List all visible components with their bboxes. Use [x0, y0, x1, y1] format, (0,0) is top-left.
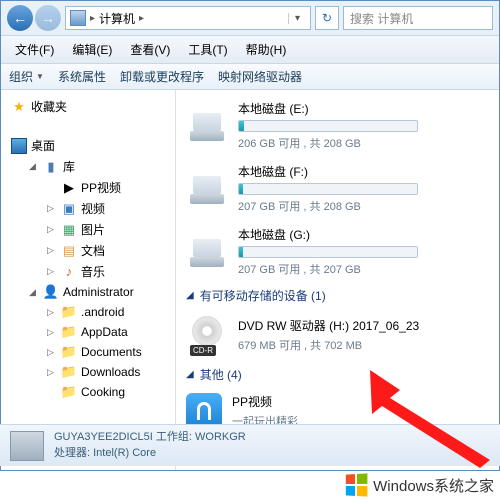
sidebar: ★收藏夹 桌面 ◢▮库 ▶PP视频 ▷▣视频 ▷▦图片 ▷▤文档 ▷♪音乐 ◢👤… [1, 90, 176, 470]
menu-view[interactable]: 查看(V) [122, 38, 178, 61]
dvd-drive-item[interactable]: CD-R DVD RW 驱动器 (H:) 2017_06_23 679 MB 可… [176, 308, 499, 362]
app-label: PP视频 [232, 393, 489, 410]
toolbar: 组织 ▼ 系统属性 卸载或更改程序 映射网络驱动器 [1, 64, 499, 90]
computer-icon [10, 431, 44, 461]
drive-item[interactable]: 本地磁盘 (E:) 206 GB 可用 , 共 208 GB [176, 94, 499, 157]
breadcrumb[interactable]: ▸ 计算机 ▸ ▾ [65, 6, 311, 30]
drive-stats: 207 GB 可用 , 共 208 GB [238, 198, 489, 214]
status-bar: GUYA3YEE2DICL5I 工作组: WORKGR 处理器: Intel(R… [0, 424, 500, 466]
sidebar-item[interactable]: ▶PP视频 [3, 177, 173, 198]
section-removable[interactable]: ◢有可移动存储的设备 (1) [176, 283, 499, 308]
library-icon: ▮ [43, 159, 59, 175]
expand-icon[interactable]: ▷ [47, 347, 57, 358]
expand-icon[interactable]: ▷ [47, 327, 57, 338]
folder-icon: 📁 [61, 344, 77, 360]
usage-bar [238, 120, 418, 132]
usage-bar [238, 183, 418, 195]
chevron-right-icon: ▸ [139, 13, 144, 24]
chevron-right-icon: ▸ [90, 13, 95, 24]
hdd-icon [186, 105, 228, 147]
expand-icon[interactable]: ▷ [47, 367, 57, 378]
search-placeholder: 搜索 计算机 [350, 10, 413, 27]
drive-item[interactable]: 本地磁盘 (F:) 207 GB 可用 , 共 208 GB [176, 157, 499, 220]
sidebar-administrator[interactable]: ◢👤Administrator [3, 282, 173, 302]
sidebar-item[interactable]: ▷📁AppData [3, 322, 173, 342]
sidebar-libraries[interactable]: ◢▮库 [3, 156, 173, 177]
chevron-down-icon[interactable]: ▾ [288, 13, 306, 24]
music-icon: ♪ [61, 264, 77, 280]
back-button[interactable]: ← [7, 5, 33, 31]
sidebar-item[interactable]: 📁Cooking [3, 382, 173, 402]
drive-item[interactable]: 本地磁盘 (G:) 207 GB 可用 , 共 207 GB [176, 220, 499, 283]
watermark: Windows系统之家 [345, 474, 494, 496]
hdd-icon [186, 231, 228, 273]
document-icon: ▤ [61, 243, 77, 259]
forward-button[interactable]: → [35, 5, 61, 31]
sidebar-item[interactable]: ▷📁Downloads [3, 362, 173, 382]
folder-icon: 📁 [61, 364, 77, 380]
menu-bar: 文件(F) 编辑(E) 查看(V) 工具(T) 帮助(H) [1, 35, 499, 64]
video-icon: ▶ [61, 180, 77, 196]
folder-icon: 📁 [61, 324, 77, 340]
computer-icon [70, 10, 86, 26]
sidebar-item[interactable]: ▷♪音乐 [3, 261, 173, 282]
collapse-icon[interactable]: ◢ [29, 287, 39, 298]
sidebar-item[interactable]: ▷▦图片 [3, 219, 173, 240]
expand-icon[interactable]: ▷ [47, 266, 57, 277]
sidebar-item[interactable]: ▷📁Documents [3, 342, 173, 362]
expand-icon[interactable]: ▷ [47, 224, 57, 235]
section-other[interactable]: ◢其他 (4) [176, 362, 499, 387]
expand-icon[interactable]: ◢ [29, 161, 39, 172]
drive-stats: 207 GB 可用 , 共 207 GB [238, 261, 489, 277]
expand-icon[interactable]: ▷ [47, 245, 57, 256]
breadcrumb-label: 计算机 [99, 10, 135, 27]
folder-icon: 📁 [61, 304, 77, 320]
menu-edit[interactable]: 编辑(E) [64, 38, 120, 61]
drive-stats: 206 GB 可用 , 共 208 GB [238, 135, 489, 151]
sidebar-item[interactable]: ▷▤文档 [3, 240, 173, 261]
address-bar: ← → ▸ 计算机 ▸ ▾ ↻ 搜索 计算机 [1, 1, 499, 35]
chevron-down-icon: ▼ [36, 72, 44, 81]
sidebar-item[interactable]: ▷📁.android [3, 302, 173, 322]
expand-icon[interactable]: ▷ [47, 203, 57, 214]
sidebar-desktop[interactable]: 桌面 [3, 135, 173, 156]
drive-label: 本地磁盘 (G:) [238, 226, 489, 243]
collapse-icon: ◢ [186, 369, 194, 380]
organize-button[interactable]: 组织 ▼ [9, 68, 44, 85]
map-drive-button[interactable]: 映射网络驱动器 [218, 68, 302, 85]
status-line: 处理器: Intel(R) Core [54, 446, 246, 461]
menu-help[interactable]: 帮助(H) [238, 38, 295, 61]
usage-bar [238, 246, 418, 258]
search-input[interactable]: 搜索 计算机 [343, 6, 493, 30]
folder-icon: 📁 [61, 384, 77, 400]
drive-label: 本地磁盘 (E:) [238, 100, 489, 117]
status-line: GUYA3YEE2DICL5I 工作组: WORKGR [54, 430, 246, 445]
video-icon: ▣ [61, 201, 77, 217]
uninstall-button[interactable]: 卸载或更改程序 [120, 68, 204, 85]
cd-icon: CD-R [186, 314, 228, 356]
main-pane: 本地磁盘 (E:) 206 GB 可用 , 共 208 GB 本地磁盘 (F:)… [176, 90, 499, 470]
hdd-icon [186, 168, 228, 210]
sidebar-favorites[interactable]: ★收藏夹 [3, 96, 173, 117]
menu-file[interactable]: 文件(F) [7, 38, 62, 61]
picture-icon: ▦ [61, 222, 77, 238]
expand-icon[interactable]: ▷ [47, 307, 57, 318]
menu-tools[interactable]: 工具(T) [180, 38, 235, 61]
collapse-icon: ◢ [186, 290, 194, 301]
drive-stats: 679 MB 可用 , 共 702 MB [238, 337, 489, 353]
star-icon: ★ [11, 99, 27, 115]
windows-logo-icon [346, 473, 368, 496]
user-icon: 👤 [43, 284, 59, 300]
drive-label: DVD RW 驱动器 (H:) 2017_06_23 [238, 317, 489, 334]
desktop-icon [11, 138, 27, 154]
sidebar-item[interactable]: ▷▣视频 [3, 198, 173, 219]
refresh-button[interactable]: ↻ [315, 6, 339, 30]
drive-label: 本地磁盘 (F:) [238, 163, 489, 180]
system-properties-button[interactable]: 系统属性 [58, 68, 106, 85]
